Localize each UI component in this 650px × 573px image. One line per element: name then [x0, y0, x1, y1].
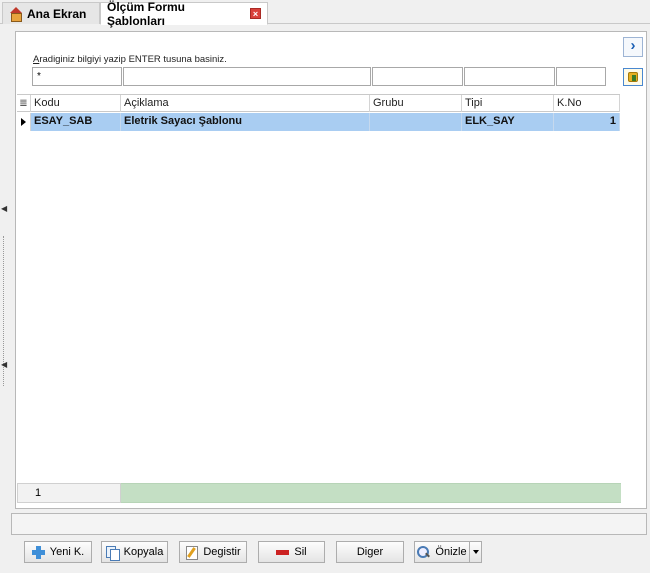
tab-strip: Ana Ekran Ölçüm Formu Şablonları × — [0, 0, 650, 28]
column-header-grubu[interactable]: Grubu — [370, 95, 462, 112]
delete-icon — [276, 546, 290, 559]
delete-label: Sil — [294, 546, 307, 558]
new-record-button[interactable]: Yeni K. — [24, 541, 92, 563]
copy-label: Kopyala — [123, 546, 164, 558]
filter-kodu-input[interactable] — [32, 67, 122, 86]
filter-aciklama-input[interactable] — [123, 67, 371, 86]
column-header-aciklama[interactable]: Açiklama — [121, 95, 370, 112]
edit-button[interactable]: Degistir — [179, 541, 247, 563]
other-label: Diger — [356, 546, 384, 558]
filter-row — [32, 67, 607, 86]
preview-label: Önizle — [435, 546, 467, 558]
close-icon[interactable]: × — [250, 8, 261, 19]
grid-header: ≣ Kodu Açiklama Grubu Tipi K.No — [17, 94, 620, 112]
column-chooser-icon[interactable]: ≣ — [17, 95, 31, 112]
preview-button[interactable]: Önizle — [414, 541, 470, 563]
magnifier-icon — [417, 545, 430, 559]
cell-kno[interactable]: 1 — [554, 113, 620, 131]
status-bar — [11, 513, 647, 535]
row-indicator-icon — [17, 113, 31, 131]
cell-grubu[interactable] — [370, 113, 462, 131]
footer-summary-bar — [121, 483, 621, 503]
plus-icon — [31, 545, 45, 559]
filter-grubu-input[interactable] — [372, 67, 463, 86]
column-header-kodu[interactable]: Kodu — [31, 95, 121, 112]
data-grid: ≣ Kodu Açiklama Grubu Tipi K.No ESAY_SAB… — [17, 94, 645, 480]
delete-button[interactable]: Sil — [258, 541, 325, 563]
cell-kodu[interactable]: ESAY_SAB — [31, 113, 121, 131]
filter-kno-input[interactable] — [556, 67, 606, 86]
new-record-label: Yeni K. — [49, 546, 85, 558]
home-icon — [9, 7, 22, 22]
edit-pencil-icon — [185, 545, 199, 560]
copy-button[interactable]: Kopyala — [101, 541, 168, 563]
tab-home-label: Ana Ekran — [27, 6, 87, 21]
cell-tipi[interactable]: ELK_SAY — [462, 113, 554, 131]
tab-olcum-formu-sablonlari[interactable]: Ölçüm Formu Şablonları × — [100, 0, 268, 28]
next-arrow-button[interactable]: › — [623, 37, 643, 57]
table-row[interactable]: ESAY_SAB Eletrik Sayacı Şablonu ELK_SAY … — [17, 113, 620, 131]
collapse-left-icon-lower[interactable]: ◀ — [1, 360, 7, 369]
search-hint-label: Aradiginiz bilgiyi yazip ENTER tusuna ba… — [33, 54, 227, 65]
cell-aciklama[interactable]: Eletrik Sayacı Şablonu — [121, 113, 370, 131]
preview-dropdown-icon[interactable] — [469, 541, 482, 563]
record-count: 1 — [17, 483, 121, 503]
copy-icon — [105, 545, 120, 561]
filter-tipi-input[interactable] — [464, 67, 555, 86]
filter-clear-icon[interactable] — [623, 68, 643, 86]
column-header-kno[interactable]: K.No — [554, 95, 620, 112]
tab-home[interactable]: Ana Ekran — [2, 2, 100, 24]
main-panel: Aradiginiz bilgiyi yazip ENTER tusuna ba… — [15, 31, 647, 509]
other-button[interactable]: Diger — [336, 541, 404, 563]
left-splitter[interactable]: ◀ ◀ — [0, 24, 8, 573]
column-header-tipi[interactable]: Tipi — [462, 95, 554, 112]
collapse-left-icon[interactable]: ◀ — [1, 204, 7, 213]
grid-footer: 1 — [17, 483, 621, 503]
tab-active-label: Ölçüm Formu Şablonları — [107, 0, 186, 28]
edit-label: Degistir — [203, 546, 241, 558]
